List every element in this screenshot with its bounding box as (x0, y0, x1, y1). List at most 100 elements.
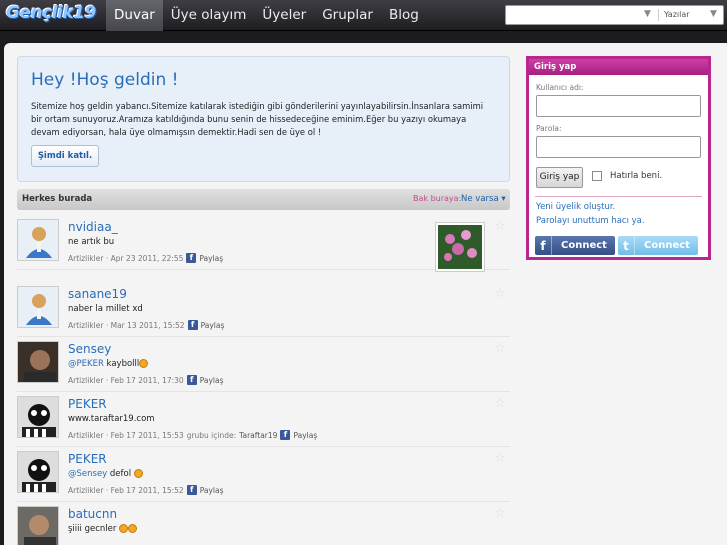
mention-link[interactable]: @PEKER (68, 359, 104, 369)
welcome-text: Sitemize hoş geldin yabancı.Sitemize kat… (31, 101, 484, 137)
divider (535, 196, 702, 197)
avatar[interactable] (17, 219, 59, 261)
remember-checkbox[interactable] (592, 171, 602, 181)
post-text: şiiii gecnler (68, 524, 138, 534)
search-box: ▼ Yazılar ▼ (505, 5, 724, 25)
post-item: sanane19 naber la millet xd Artizlikler … (17, 282, 510, 337)
feed-filter-label: Bak buraya: (413, 194, 462, 203)
group-link[interactable]: Taraftar19 (239, 431, 277, 440)
facebook-icon[interactable]: f (186, 485, 197, 495)
search-scope-label[interactable]: Yazılar (664, 10, 690, 19)
post-text: @Sensey defol (68, 469, 143, 479)
nav-item-uye-olayim[interactable]: Üye olayım (163, 0, 255, 31)
star-icon[interactable]: ☆ (494, 341, 506, 356)
remember-label: Hatırla beni. (610, 171, 663, 181)
facebook-connect-button[interactable]: f Connect (535, 236, 615, 255)
post-text: www.taraftar19.com (68, 414, 155, 424)
share-link[interactable]: Paylaş (201, 321, 225, 330)
twitter-connect-label: Connect (644, 240, 690, 251)
nav-item-duvar[interactable]: Duvar (106, 0, 163, 31)
forgot-password-link[interactable]: Parolayı unuttum hacı ya. (536, 216, 645, 226)
facebook-icon: f (535, 236, 552, 255)
star-icon[interactable]: ☆ (494, 219, 506, 234)
welcome-box: Hey !Hoş geldin ! Sitemize hoş geldin ya… (17, 56, 510, 182)
username-label: Kullanıcı adı: (536, 83, 584, 92)
join-now-button[interactable]: Şimdi katıl. (31, 145, 99, 167)
star-icon[interactable]: ☆ (494, 506, 506, 521)
post-author[interactable]: PEKER (68, 397, 107, 411)
feed-header: Herkes burada Bak buraya: Ne varsa ▾ (17, 189, 510, 210)
feed-title: Herkes burada (22, 194, 93, 204)
post-message: kaybolll (103, 359, 140, 369)
post-meta: Artizlikler · Feb 17 2011, 17:30 f Payla… (68, 375, 224, 385)
star-icon[interactable]: ☆ (494, 396, 506, 411)
user-photo (18, 397, 58, 437)
chevron-down-icon[interactable]: ▼ (710, 9, 717, 19)
post-author[interactable]: sanane19 (68, 287, 127, 301)
smiley-icon (139, 359, 149, 368)
nav-item-gruplar[interactable]: Gruplar (314, 0, 381, 31)
search-input[interactable] (509, 8, 639, 22)
avatar[interactable] (17, 341, 59, 383)
avatar[interactable] (17, 396, 59, 438)
post-item: PEKER www.taraftar19.com Artizlikler · F… (17, 392, 510, 447)
facebook-icon[interactable]: f (186, 253, 197, 263)
login-title: Giriş yap (529, 59, 708, 75)
facebook-icon[interactable]: f (280, 430, 291, 440)
login-button[interactable]: Giriş yap (536, 167, 583, 188)
chevron-down-icon[interactable]: ▼ (644, 9, 651, 19)
default-user-icon (18, 287, 58, 327)
password-label: Parola: (536, 124, 562, 133)
site-logo[interactable]: Gençlik19 (6, 3, 96, 25)
facebook-icon[interactable]: f (186, 375, 197, 385)
username-field[interactable] (536, 95, 701, 117)
post-text: ne artık bu (68, 237, 115, 247)
post-item: Sensey @PEKER kaybolll Artizlikler · Feb… (17, 337, 510, 392)
post-image[interactable] (435, 222, 485, 272)
post-item: PEKER @Sensey defol Artizlikler · Feb 17… (17, 447, 510, 502)
share-link[interactable]: Paylaş (199, 254, 223, 263)
nav-item-blog[interactable]: Blog (381, 0, 427, 31)
share-link[interactable]: Paylaş (200, 376, 224, 385)
star-icon[interactable]: ☆ (494, 451, 506, 466)
twitter-icon: t (618, 236, 635, 255)
facebook-icon[interactable]: f (187, 320, 198, 330)
post-date: Artizlikler · Feb 17 2011, 17:30 (68, 375, 184, 385)
post-meta: Artizlikler · Feb 17 2011, 15:53 grubu i… (68, 430, 317, 440)
avatar[interactable] (17, 506, 59, 545)
user-photo (18, 342, 58, 382)
post-meta: Artizlikler · Mar 13 2011, 15:52 f Payla… (68, 320, 224, 330)
top-navbar: Gençlik19 Duvar Üye olayım Üyeler Grupla… (0, 0, 727, 31)
post-item: nvidiaa_ ne artık bu Artizlikler · Apr 2… (17, 215, 510, 272)
post-author[interactable]: PEKER (68, 452, 107, 466)
twitter-connect-button[interactable]: t Connect (618, 236, 698, 255)
register-link[interactable]: Yeni üyelik oluştur. (536, 202, 615, 212)
star-icon[interactable]: ☆ (494, 286, 506, 301)
avatar[interactable] (17, 451, 59, 493)
share-link[interactable]: Paylaş (293, 431, 317, 440)
post-date: Artizlikler · Apr 23 2011, 22:55 (68, 253, 184, 263)
facebook-connect-label: Connect (561, 240, 607, 251)
post-author[interactable]: Sensey (68, 342, 111, 356)
nav-item-uyeler[interactable]: Üyeler (254, 0, 314, 31)
post-message: şiiii gecnler (68, 524, 117, 534)
user-photo (18, 452, 58, 492)
page-content: Hey !Hoş geldin ! Sitemize hoş geldin ya… (4, 43, 727, 545)
avatar[interactable] (17, 286, 59, 328)
post-text: naber la millet xd (68, 304, 143, 314)
login-panel: Giriş yap Kullanıcı adı: Parola: Giriş y… (526, 56, 711, 260)
search-divider (658, 9, 659, 21)
feed-filter-dropdown[interactable]: Ne varsa ▾ (461, 194, 506, 204)
post-text: @PEKER kaybolll (68, 359, 149, 369)
share-link[interactable]: Paylaş (200, 486, 224, 495)
group-note: grubu içinde: (186, 430, 237, 440)
post-author[interactable]: batucnn (68, 507, 117, 521)
smiley-icon (119, 524, 129, 533)
post-message: defol (107, 469, 132, 479)
welcome-title: Hey !Hoş geldin ! (31, 70, 179, 90)
post-author[interactable]: nvidiaa_ (68, 220, 118, 234)
post-meta: Artizlikler · Apr 23 2011, 22:55 f Payla… (68, 253, 223, 263)
mention-link[interactable]: @Sensey (68, 469, 107, 479)
smiley-icon (133, 469, 143, 478)
password-field[interactable] (536, 136, 701, 158)
